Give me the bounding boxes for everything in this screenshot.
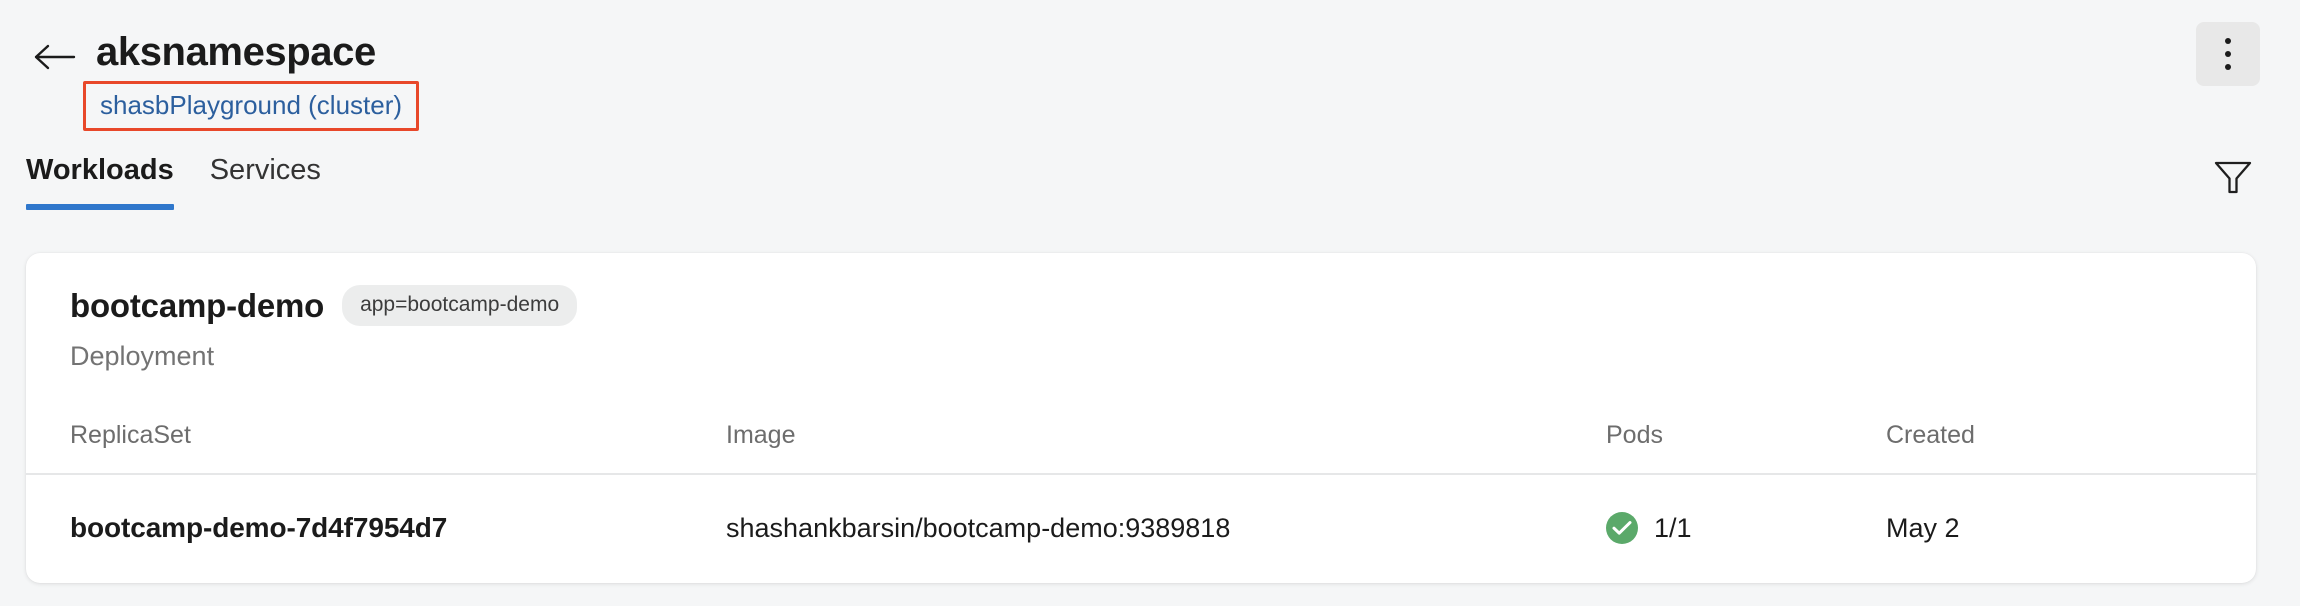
workload-title-row: bootcamp-demo app=bootcamp-demo [70,285,2256,326]
more-vertical-icon-dot [2225,38,2231,44]
cell-created: May 2 [1886,513,1960,543]
pods-count: 1/1 [1654,513,1692,543]
tab-bar: Workloads Services [26,152,321,210]
more-vertical-icon-dot [2225,64,2231,70]
cluster-link[interactable]: shasbPlayground (cluster) [100,90,402,120]
table-header-row: ReplicaSet Image Pods Created [26,397,2256,475]
column-header-replicaset: ReplicaSet [70,421,191,449]
column-header-pods: Pods [1606,421,1663,449]
workload-label-chip: app=bootcamp-demo [342,285,578,326]
cell-image: shashankbarsin/bootcamp-demo:9389818 [726,513,1231,543]
replicaset-table: ReplicaSet Image Pods Created bootcamp-d… [26,397,2256,581]
workload-card: bootcamp-demo app=bootcamp-demo Deployme… [26,253,2256,583]
page-header: aksnamespace shasbPlayground (cluster) [0,0,2300,232]
workload-name: bootcamp-demo [70,286,325,324]
filter-button[interactable] [2208,152,2258,202]
column-header-created: Created [1886,421,1975,449]
workload-card-header: bootcamp-demo app=bootcamp-demo Deployme… [26,253,2256,397]
tab-workloads[interactable]: Workloads [26,152,174,210]
more-vertical-icon-dot [2225,51,2231,57]
workload-kind: Deployment [70,341,215,371]
arrow-left-icon [32,41,76,73]
more-options-button[interactable] [2196,22,2260,86]
back-button[interactable] [30,33,78,81]
cell-replicaset: bootcamp-demo-7d4f7954d7 [70,512,448,543]
page-title: aksnamespace [96,30,376,74]
column-header-image: Image [726,421,796,449]
filter-funnel-icon [2213,158,2253,196]
cluster-link-highlight: shasbPlayground (cluster) [83,81,420,131]
cell-pods: 1/1 [1606,512,1886,544]
tab-services[interactable]: Services [210,152,321,210]
table-row[interactable]: bootcamp-demo-7d4f7954d7 shashankbarsin/… [26,475,2256,581]
check-circle-icon [1606,512,1638,544]
